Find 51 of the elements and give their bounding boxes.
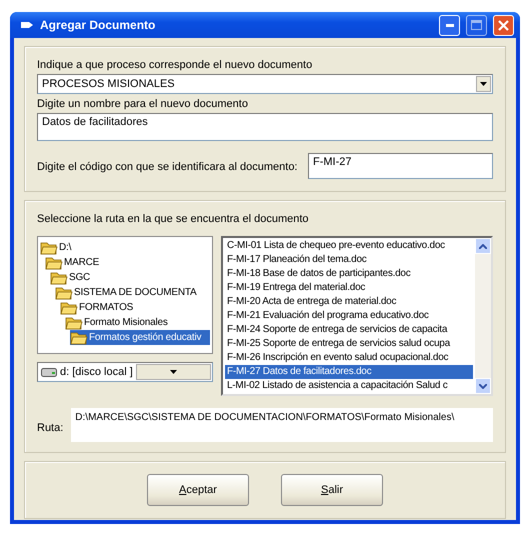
file-item[interactable]: F-MI-24 Soporte de entrega de servicios de capacita	[225, 323, 473, 337]
folder-item[interactable]: Formatos gestión educativ	[70, 330, 210, 345]
file-item[interactable]: F-MI-21 Evaluación del programa educativo.doc	[225, 309, 473, 323]
maximize-button[interactable]	[466, 14, 487, 36]
minimize-icon	[446, 24, 454, 26]
folder-icon	[65, 316, 83, 330]
window-title: Agregar Documento	[40, 18, 156, 32]
folder-icon	[70, 330, 88, 344]
file-item[interactable]: F-MI-25 Soporte de entrega de servicios salud ocupa	[225, 337, 473, 351]
field-label: Ruta:	[37, 422, 64, 434]
path-field: D:\MARCE\SGC\SISTEMA DE DOCUMENTACION\FORMATOS\Formato Misionales\	[71, 408, 493, 442]
file-item[interactable]: F-MI-17 Planeación del tema.doc	[225, 253, 473, 267]
file-item[interactable]: F-MI-26 Inscripción en evento salud ocupacional.doc	[225, 351, 473, 365]
file-item[interactable]: L-MI-02 Listado de asistencia a capacitación Salud c	[225, 379, 473, 393]
field-label: Digite el código con que se identificara al documento:	[37, 160, 298, 172]
close-icon	[498, 20, 509, 30]
folder-icon	[55, 286, 73, 300]
file-item[interactable]: F-MI-20 Acta de entrega de material.doc	[225, 295, 473, 309]
minimize-button[interactable]	[439, 14, 460, 36]
file-item[interactable]: F-MI-27 Datos de facilitadores.doc	[225, 365, 473, 379]
folder-item[interactable]: Formato Misionales	[65, 315, 210, 330]
drive-dropdown[interactable]: d: [disco local ]	[37, 362, 213, 382]
folder-item[interactable]: D:\	[40, 240, 210, 255]
app-icon	[20, 19, 34, 31]
folder-icon	[40, 240, 58, 254]
folder-item[interactable]: MARCE	[45, 255, 210, 270]
field-label: Digite un nombre para el nuevo documento	[37, 98, 249, 110]
process-dropdown[interactable]: PROCESOS MISIONALES	[37, 74, 493, 94]
file-item[interactable]: F-MI-18 Base de datos de participantes.doc	[225, 267, 473, 281]
field-label: Indique a que proceso corresponde el nuevo documento	[37, 59, 314, 71]
file-item[interactable]: F-MI-19 Entrega del material.doc	[225, 281, 473, 295]
caret-icon	[170, 370, 177, 374]
folder-item[interactable]: SGC	[50, 270, 210, 285]
drive-icon	[41, 368, 57, 376]
group-label: Seleccione la ruta en la que se encuentra el documento	[37, 213, 310, 225]
scroll-down-icon	[479, 384, 487, 388]
accept-button[interactable]: Aceptar	[147, 474, 249, 506]
code-field[interactable]: F-MI-27	[308, 153, 493, 179]
name-field[interactable]: Datos de facilitadores	[37, 113, 493, 141]
file-item[interactable]: C-MI-01 Lista de chequeo pre-evento educativo.doc	[225, 239, 473, 253]
scroll-up-icon	[479, 244, 487, 248]
folder-icon	[60, 300, 78, 314]
folder-item[interactable]: SISTEMA DE DOCUMENTA	[55, 285, 210, 300]
scrollbar[interactable]	[475, 238, 491, 394]
folder-item[interactable]: FORMATOS	[60, 300, 210, 315]
folder-icon	[50, 270, 68, 284]
folder-icon	[45, 256, 63, 270]
caret-icon	[480, 82, 487, 86]
exit-button[interactable]: Salir	[281, 474, 383, 506]
close-button[interactable]	[493, 14, 514, 36]
maximize-icon	[471, 20, 482, 30]
